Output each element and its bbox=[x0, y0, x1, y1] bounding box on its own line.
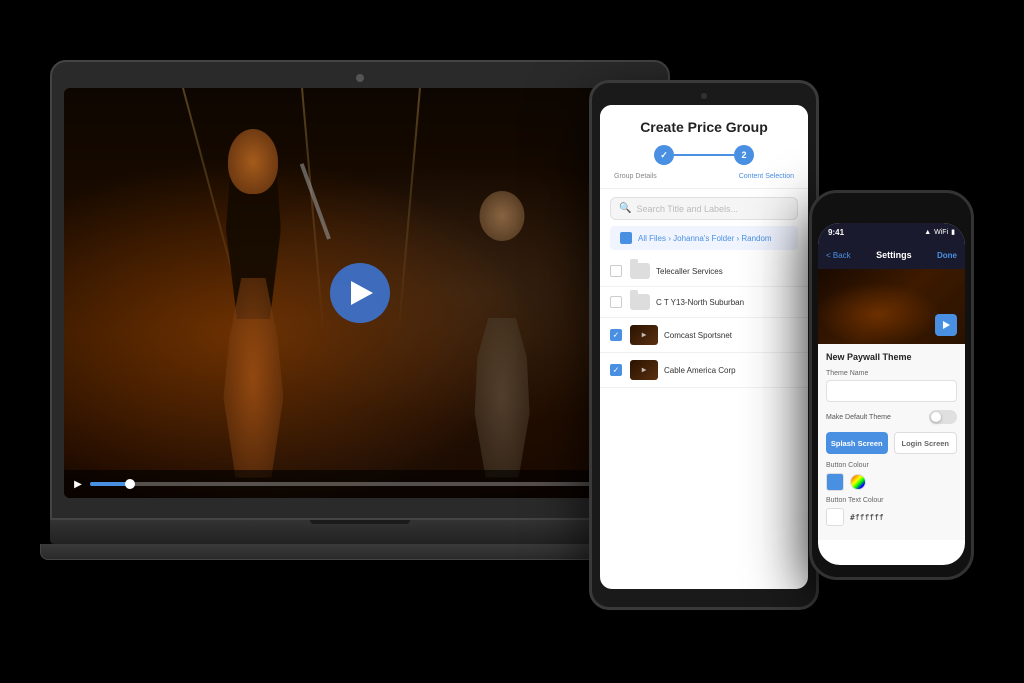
step-2-label: Content Selection bbox=[739, 173, 794, 180]
laptop-body: ▶ 0:06 🔊 ⛶ bbox=[50, 60, 670, 520]
button-text-colour-label: Button Text Colour bbox=[826, 497, 957, 504]
theme-name-label: Theme Name bbox=[826, 370, 957, 377]
statusbar-icons: ▲ WiFi ▮ bbox=[924, 228, 955, 236]
phone-video-thumbnail bbox=[818, 269, 965, 344]
play-button[interactable] bbox=[330, 263, 390, 323]
video-thumb-3 bbox=[630, 325, 658, 345]
back-button[interactable]: < Back bbox=[826, 251, 851, 260]
button-text-colour-row: #ffffff bbox=[826, 508, 957, 526]
laptop: ▶ 0:06 🔊 ⛶ bbox=[50, 60, 670, 580]
file-item-2[interactable]: C T Y13-North Suburban bbox=[600, 287, 808, 318]
file-checkbox-4[interactable] bbox=[610, 364, 622, 376]
button-text-colour-value: #ffffff bbox=[850, 513, 884, 522]
step-1-circle: ✓ bbox=[654, 145, 674, 165]
progress-bar[interactable] bbox=[90, 482, 593, 486]
guitarist-figure bbox=[437, 191, 567, 478]
phone-play-button[interactable] bbox=[935, 314, 957, 336]
login-screen-button[interactable]: Login Screen bbox=[894, 432, 958, 454]
laptop-camera bbox=[356, 74, 364, 82]
file-checkbox-3[interactable] bbox=[610, 329, 622, 341]
toggle-dot bbox=[931, 412, 941, 422]
colour-picker-icon[interactable] bbox=[850, 474, 866, 490]
laptop-hinge bbox=[310, 520, 410, 524]
file-item-1[interactable]: Telecaller Services bbox=[600, 256, 808, 287]
video-thumb-4 bbox=[630, 360, 658, 380]
wifi-icon: WiFi bbox=[934, 229, 948, 236]
steps-labels: Group Details Content Selection bbox=[612, 173, 796, 180]
button-colour-label: Button Colour bbox=[826, 462, 957, 469]
tablet-camera bbox=[701, 93, 707, 99]
appbar-title: Settings bbox=[876, 250, 912, 260]
video-controls: ▶ 0:06 🔊 ⛶ bbox=[64, 470, 656, 498]
phone-play-icon bbox=[943, 321, 950, 329]
tablet-screen: Create Price Group ✓ 2 Group Details Con… bbox=[600, 105, 808, 589]
guitarist-head bbox=[480, 191, 525, 241]
phone-content: New Paywall Theme Theme Name Make Defaul… bbox=[818, 344, 965, 540]
button-colour-row bbox=[826, 473, 957, 491]
statusbar-time: 9:41 bbox=[828, 228, 844, 237]
phone-screen: 9:41 ▲ WiFi ▮ < Back Settings Done bbox=[818, 223, 965, 565]
make-default-label: Make Default Theme bbox=[826, 414, 891, 421]
screen-buttons: Splash Screen Login Screen bbox=[826, 432, 957, 454]
step-1-label: Group Details bbox=[614, 173, 657, 180]
file-item-4[interactable]: Cable America Corp bbox=[600, 353, 808, 388]
file-checkbox-2[interactable] bbox=[610, 296, 622, 308]
laptop-base bbox=[50, 520, 670, 544]
file-checkbox-1[interactable] bbox=[610, 265, 622, 277]
phone-statusbar: 9:41 ▲ WiFi ▮ bbox=[818, 223, 965, 241]
ctrl-play-icon[interactable]: ▶ bbox=[72, 478, 84, 490]
phone-notch bbox=[862, 205, 922, 219]
play-icon bbox=[351, 281, 373, 305]
step-2-circle: 2 bbox=[734, 145, 754, 165]
tablet-title: Create Price Group bbox=[612, 119, 796, 135]
breadcrumb-checkbox[interactable] bbox=[620, 232, 632, 244]
button-text-colour-swatch[interactable] bbox=[826, 508, 844, 526]
tablet-search[interactable]: 🔍 Search Title and Labels... bbox=[610, 197, 798, 220]
phone: 9:41 ▲ WiFi ▮ < Back Settings Done bbox=[809, 190, 974, 580]
make-default-row: Make Default Theme bbox=[826, 410, 957, 424]
singer-figure bbox=[171, 129, 337, 478]
theme-name-input[interactable] bbox=[826, 380, 957, 402]
tablet: Create Price Group ✓ 2 Group Details Con… bbox=[589, 80, 819, 610]
file-name-3: Comcast Sportsnet bbox=[664, 331, 732, 340]
laptop-video: ▶ 0:06 🔊 ⛶ bbox=[64, 88, 656, 498]
guitarist-body bbox=[475, 318, 530, 478]
breadcrumb-text: All Files › Johanna's Folder › Random bbox=[638, 234, 772, 243]
search-icon: 🔍 bbox=[619, 203, 631, 214]
make-default-toggle[interactable] bbox=[929, 410, 957, 424]
tablet-header: Create Price Group ✓ 2 Group Details Con… bbox=[600, 105, 808, 189]
step-line bbox=[674, 154, 734, 156]
splash-screen-button[interactable]: Splash Screen bbox=[826, 432, 888, 454]
progress-dot bbox=[125, 479, 135, 489]
steps-indicator: ✓ 2 bbox=[612, 145, 796, 165]
signal-icon: ▲ bbox=[924, 229, 931, 236]
theme-name-group: Theme Name bbox=[826, 370, 957, 402]
singer-body bbox=[223, 278, 283, 478]
file-item-3[interactable]: Comcast Sportsnet bbox=[600, 318, 808, 353]
button-colour-section: Button Colour bbox=[826, 462, 957, 491]
laptop-bottom bbox=[40, 544, 680, 560]
scene: ▶ 0:06 🔊 ⛶ bbox=[0, 0, 1024, 683]
microphone bbox=[300, 163, 331, 240]
phone-section-title: New Paywall Theme bbox=[826, 352, 957, 362]
folder-icon-2 bbox=[630, 294, 650, 310]
search-input: Search Title and Labels... bbox=[636, 204, 738, 214]
file-name-1: Telecaller Services bbox=[656, 267, 723, 276]
laptop-screen: ▶ 0:06 🔊 ⛶ bbox=[64, 88, 656, 498]
phone-appbar: < Back Settings Done bbox=[818, 241, 965, 269]
done-button[interactable]: Done bbox=[937, 251, 957, 260]
button-colour-swatch[interactable] bbox=[826, 473, 844, 491]
progress-fill bbox=[90, 482, 130, 486]
battery-icon: ▮ bbox=[951, 228, 955, 236]
folder-icon-1 bbox=[630, 263, 650, 279]
file-name-2: C T Y13-North Suburban bbox=[656, 298, 744, 307]
file-name-4: Cable America Corp bbox=[664, 366, 736, 375]
singer-head bbox=[228, 129, 278, 194]
file-breadcrumb: All Files › Johanna's Folder › Random bbox=[610, 226, 798, 250]
button-text-colour-section: Button Text Colour #ffffff bbox=[826, 497, 957, 526]
